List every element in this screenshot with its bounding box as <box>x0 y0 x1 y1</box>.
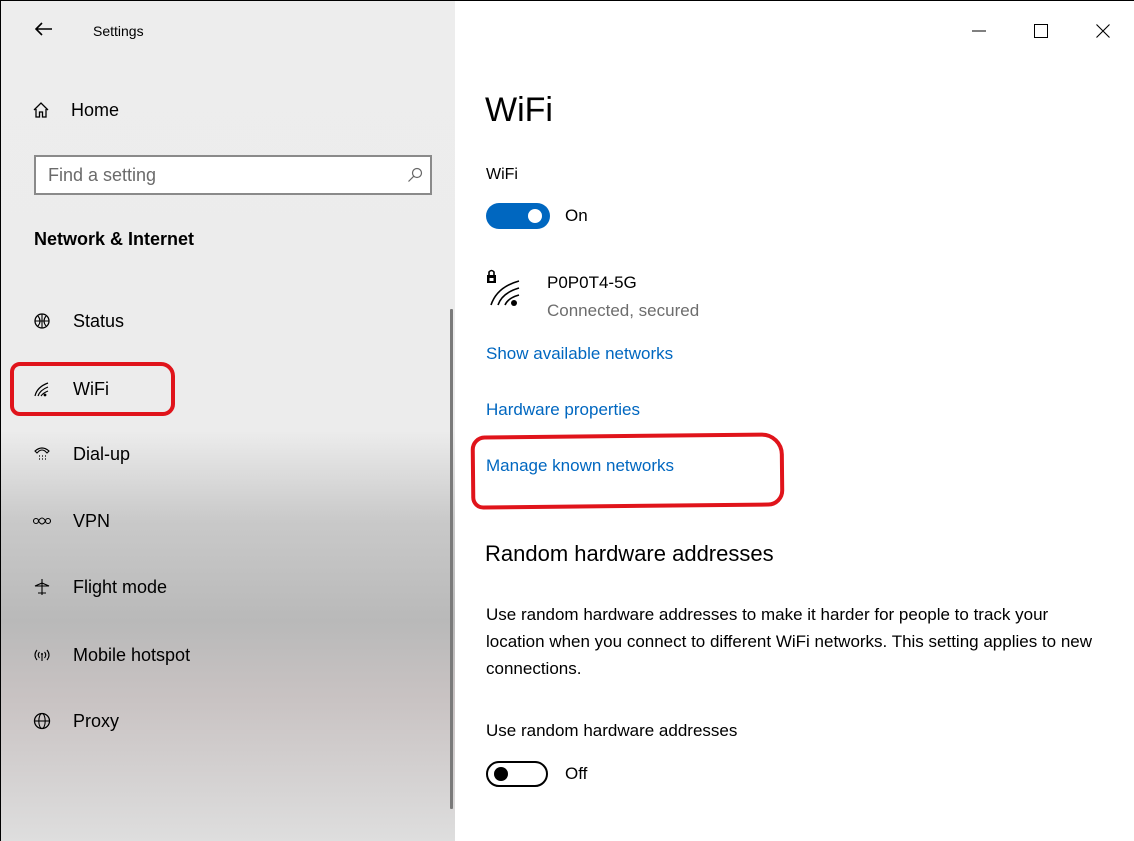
search-placeholder: Find a setting <box>48 164 157 185</box>
nav-home[interactable]: Home <box>31 95 119 125</box>
random-addresses-toggle[interactable] <box>486 761 548 787</box>
random-addresses-description: Use random hardware addresses to make it… <box>486 605 1093 678</box>
main-content: WiFi WiFi On P0P0T4-5G Connected, secure… <box>455 1 1134 841</box>
back-arrow-icon[interactable] <box>29 15 59 45</box>
sidebar-item-label: Status <box>73 310 125 331</box>
sidebar-item-dialup[interactable]: Dial-up <box>31 439 130 469</box>
random-addresses-toggle-state: Off <box>565 764 588 783</box>
sidebar-item-proxy[interactable]: Proxy <box>31 706 119 736</box>
sidebar-item-label: WiFi <box>73 378 109 399</box>
sidebar-item-label: Flight mode <box>73 576 168 597</box>
sidebar-item-status[interactable]: Status <box>31 306 124 336</box>
search-icon <box>400 167 430 183</box>
maximize-button[interactable] <box>1010 1 1072 61</box>
sidebar-item-label: Dial-up <box>73 443 131 464</box>
home-icon <box>31 101 51 119</box>
show-available-networks-link[interactable]: Show available networks <box>486 344 673 364</box>
random-addresses-heading: Random hardware addresses <box>485 541 774 566</box>
globe-icon <box>31 712 53 730</box>
hardware-properties-link[interactable]: Hardware properties <box>486 400 640 420</box>
minimize-button[interactable] <box>948 1 1010 61</box>
wifi-toggle[interactable] <box>486 203 550 229</box>
wifi-toggle-state: On <box>565 206 588 225</box>
airplane-icon <box>31 578 53 596</box>
manage-known-networks-link[interactable]: Manage known networks <box>486 456 674 476</box>
sidebar-item-label: Proxy <box>73 710 120 731</box>
network-status: Connected, secured <box>547 301 700 320</box>
globe-status-icon <box>31 312 53 330</box>
random-addresses-label: Use random hardware addresses <box>486 721 738 740</box>
dialup-icon <box>31 445 53 463</box>
window-left-border <box>0 0 1 841</box>
sidebar-item-flight-mode[interactable]: Flight mode <box>31 572 167 602</box>
wifi-icon <box>31 381 53 397</box>
nav-home-label: Home <box>71 99 120 120</box>
sidebar-item-wifi[interactable]: WiFi <box>31 374 109 404</box>
close-button[interactable] <box>1072 1 1134 61</box>
vpn-icon <box>31 515 53 527</box>
sidebar-item-label: VPN <box>73 510 111 531</box>
section-title: Network & Internet <box>34 229 195 249</box>
sidebar-scrollbar[interactable] <box>450 309 453 809</box>
app-title: Settings <box>93 23 144 39</box>
window-controls <box>948 1 1134 61</box>
wifi-secured-icon <box>485 269 521 306</box>
network-name: P0P0T4-5G <box>547 273 637 292</box>
sidebar-item-vpn[interactable]: VPN <box>31 506 110 536</box>
hotspot-icon <box>31 648 53 662</box>
sidebar-item-mobile-hotspot[interactable]: Mobile hotspot <box>31 640 190 670</box>
sidebar: Settings Home Find a setting Network & I… <box>1 1 455 841</box>
page-title: WiFi <box>485 91 553 129</box>
settings-window: Settings Home Find a setting Network & I… <box>0 0 1134 841</box>
sidebar-item-label: Mobile hotspot <box>73 644 191 665</box>
wifi-toggle-label: WiFi <box>486 166 518 183</box>
search-input[interactable]: Find a setting <box>34 155 432 195</box>
